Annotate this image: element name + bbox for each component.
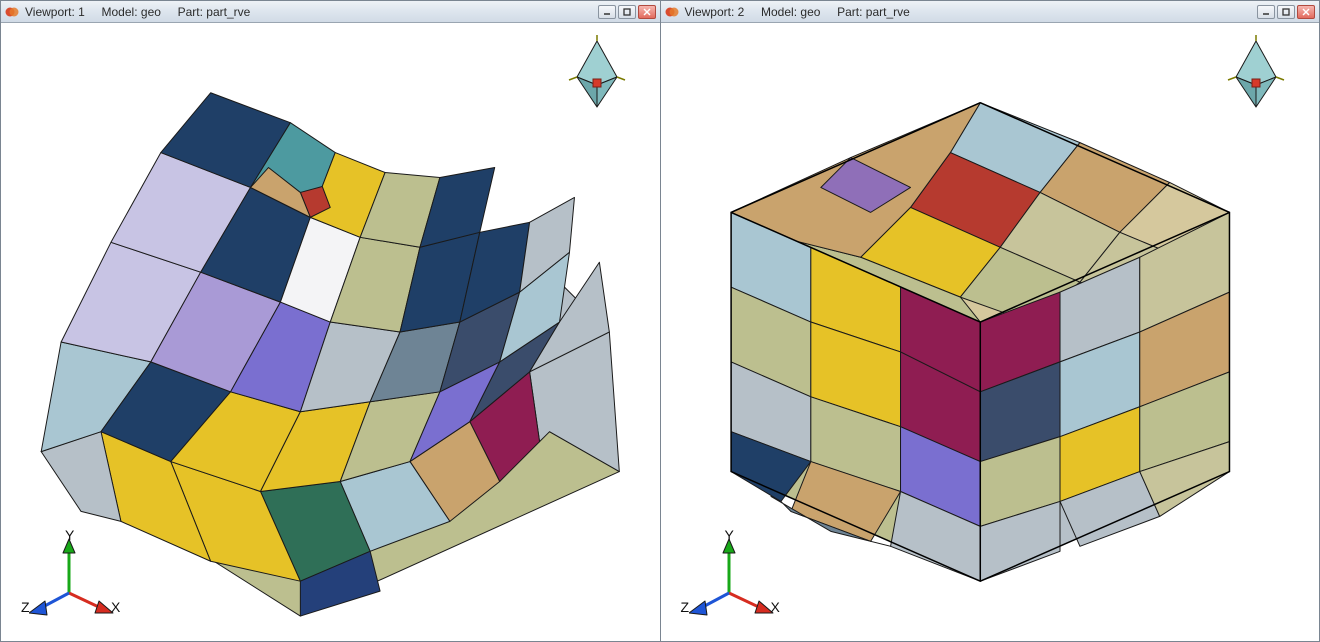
axis-label-z: Z — [681, 599, 690, 615]
part-label: Part: part_rve — [161, 5, 250, 19]
viewport-pane-2: Viewport: 2 Model: geo Part: part_rve — [661, 0, 1320, 642]
viewport-label: Viewport: 1 — [25, 5, 85, 19]
view-orientation-gizmo[interactable] — [562, 35, 632, 115]
viewport-pane-1: Viewport: 1 Model: geo Part: part_rve — [0, 0, 661, 642]
model-label: Model: geo — [744, 5, 820, 19]
close-icon — [1302, 8, 1310, 16]
maximize-icon — [623, 8, 631, 16]
part-label: Part: part_rve — [820, 5, 909, 19]
app-icon — [665, 5, 679, 19]
app-icon — [5, 5, 19, 19]
minimize-button[interactable] — [1257, 5, 1275, 19]
viewport-label: Viewport: 2 — [685, 5, 745, 19]
close-button[interactable] — [638, 5, 656, 19]
axis-label-z: Z — [21, 599, 30, 615]
model-label: Model: geo — [85, 5, 161, 19]
titlebar-1[interactable]: Viewport: 1 Model: geo Part: part_rve — [1, 1, 660, 23]
canvas-2[interactable]: Y X Z — [661, 23, 1320, 641]
window-controls — [1257, 5, 1315, 19]
axis-label-x: X — [111, 599, 120, 615]
axis-label-x: X — [771, 599, 780, 615]
maximize-button[interactable] — [1277, 5, 1295, 19]
maximize-icon — [1282, 8, 1290, 16]
titlebar-2[interactable]: Viewport: 2 Model: geo Part: part_rve — [661, 1, 1320, 23]
close-icon — [643, 8, 651, 16]
maximize-button[interactable] — [618, 5, 636, 19]
axis-label-y: Y — [65, 527, 74, 543]
canvas-1[interactable]: Y X Z — [1, 23, 660, 641]
axis-triad[interactable]: Y X Z — [29, 533, 119, 623]
minimize-button[interactable] — [598, 5, 616, 19]
minimize-icon — [603, 8, 611, 16]
close-button[interactable] — [1297, 5, 1315, 19]
minimize-icon — [1262, 8, 1270, 16]
axis-label-y: Y — [725, 527, 734, 543]
view-orientation-gizmo[interactable] — [1221, 35, 1291, 115]
axis-triad[interactable]: Y X Z — [689, 533, 779, 623]
window-controls — [598, 5, 656, 19]
